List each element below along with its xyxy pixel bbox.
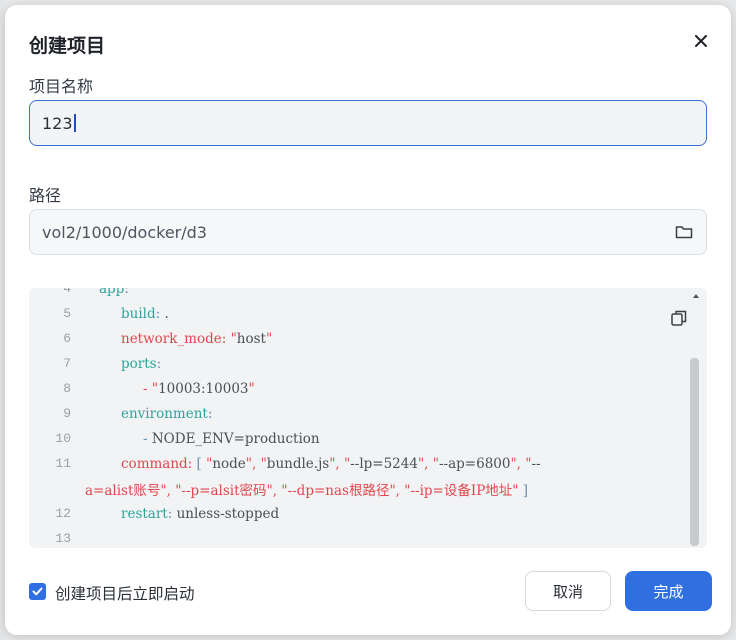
path-value: vol2/1000/docker/d3 (42, 222, 207, 242)
line-text: environment: (121, 405, 213, 422)
project-name-input[interactable]: 123 (29, 100, 707, 146)
line-text: restart: unless-stopped (121, 505, 280, 522)
code-line: 7 ports: (29, 351, 669, 376)
line-text: build: . (121, 305, 169, 322)
path-input[interactable]: vol2/1000/docker/d3 (29, 209, 707, 255)
create-project-dialog: 创建项目 项目名称 123 路径 vol2/1000/docker/d3 4 ap… (5, 5, 731, 635)
code-line: 6 network_mode: "host" (29, 326, 669, 351)
code-line: 13 (29, 526, 669, 548)
text-caret (73, 114, 76, 132)
compose-editor[interactable]: 4 app: 5 build: . 6 network_mode: "host" 7 port… (29, 288, 707, 548)
close-button[interactable] (689, 29, 713, 53)
code-line: 4 app: (29, 288, 669, 301)
autostart-label: 创建项目后立即启动 (55, 585, 195, 603)
code-line: 9 environment: (29, 401, 669, 426)
code-line: 8 - "10003:10003" (29, 376, 669, 401)
code-line: 12 restart: unless-stopped (29, 501, 669, 526)
folder-icon[interactable] (674, 222, 694, 242)
line-text: - "10003:10003" (143, 380, 255, 397)
line-text: a=alist账号", "--p=alsit密码", "--dp=nas根路径"… (85, 482, 529, 499)
cancel-button[interactable]: 取消 (525, 571, 611, 611)
close-icon (695, 35, 707, 47)
autostart-checkbox[interactable] (29, 583, 46, 600)
line-text: - NODE_ENV=production (143, 430, 320, 447)
copy-icon[interactable] (669, 308, 689, 328)
line-number: 6 (63, 331, 71, 346)
path-label: 路径 (29, 186, 62, 205)
line-number: 11 (55, 456, 71, 471)
check-icon (32, 587, 43, 596)
line-text: command: [ "node", "bundle.js", "--lp=52… (121, 455, 541, 472)
line-text: ports: (121, 355, 162, 372)
done-button[interactable]: 完成 (625, 571, 712, 611)
line-number: 9 (63, 406, 71, 421)
dialog-title: 创建项目 (29, 35, 106, 57)
line-text: network_mode: "host" (121, 330, 273, 347)
editor-scrollbar[interactable] (690, 358, 699, 546)
code-line: 10 - NODE_ENV=production (29, 426, 669, 451)
name-label: 项目名称 (29, 77, 94, 96)
scroll-up-arrow[interactable] (693, 294, 699, 298)
line-number: 4 (63, 288, 71, 296)
code-line: a=alist账号", "--p=alsit密码", "--dp=nas根路径"… (29, 476, 669, 501)
code-line: 5 build: . (29, 301, 669, 326)
line-number: 7 (63, 356, 71, 371)
line-number: 12 (55, 506, 71, 521)
line-number: 8 (63, 381, 71, 396)
code-line: 11 command: [ "node", "bundle.js", "--lp=… (29, 451, 669, 476)
line-number: 13 (55, 531, 71, 546)
line-number: 5 (63, 306, 71, 321)
line-number: 10 (55, 431, 71, 446)
project-name-value: 123 (42, 113, 73, 133)
line-text: app: (99, 288, 129, 297)
